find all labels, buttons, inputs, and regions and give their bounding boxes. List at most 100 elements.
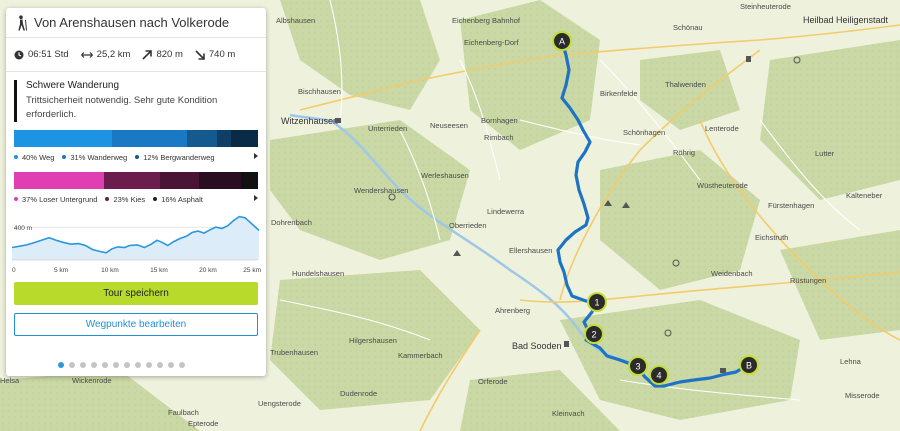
legend-item: 37% Loser Untergrund xyxy=(14,195,97,204)
place-label: Lutter xyxy=(815,149,835,158)
place-label: Ahrenberg xyxy=(495,306,530,315)
place-label: Eichenberg-Dorf xyxy=(464,38,520,47)
place-label: Bad Sooden xyxy=(512,341,562,351)
place-label: Werleshausen xyxy=(421,171,469,180)
place-label: Uengsterode xyxy=(258,399,301,408)
svg-text:A: A xyxy=(559,37,565,47)
place-label: Röhrig xyxy=(673,148,695,157)
ascent-stat: 820 m xyxy=(142,49,183,60)
place-label: Kleinvach xyxy=(552,409,585,418)
place-label: Schönhagen xyxy=(623,128,665,137)
carousel-pager[interactable] xyxy=(58,362,190,368)
x-tick-label: 20 km xyxy=(199,267,217,274)
place-label: Steinheuterode xyxy=(740,2,791,11)
bar-segment xyxy=(160,172,200,189)
pager-dot[interactable] xyxy=(113,362,119,368)
place-label: Birkenfelde xyxy=(600,89,638,98)
bar-segment xyxy=(14,130,112,147)
place-label: Kalteneber xyxy=(846,191,883,200)
pager-dot[interactable] xyxy=(69,362,75,368)
expand-arrow-icon[interactable] xyxy=(254,195,258,201)
place-label: Orferode xyxy=(478,377,508,386)
place-label: Weidenbach xyxy=(711,269,753,278)
place-label: Oberrieden xyxy=(449,221,487,230)
place-label: Wendershausen xyxy=(354,186,408,195)
place-label: Witzenhausen xyxy=(281,116,338,126)
pager-dot[interactable] xyxy=(58,362,64,368)
panel-header: Von Arenshausen nach Volkerode xyxy=(6,8,266,38)
distance-arrows-icon xyxy=(80,51,93,58)
surface-bar[interactable] xyxy=(14,172,259,189)
place-label: Kammerbach xyxy=(398,351,443,360)
place-label: Dudenrode xyxy=(340,389,377,398)
hiker-icon xyxy=(18,14,27,31)
place-label: Unterrieden xyxy=(368,124,407,133)
distance-value: 25,2 km xyxy=(96,49,131,60)
place-label: Thalwenden xyxy=(665,80,706,89)
surface-legend[interactable]: 37% Loser Untergrund 23% Kies 16% Asphal… xyxy=(14,192,258,206)
pager-dot[interactable] xyxy=(168,362,174,368)
marker-waypoint-2[interactable]: 2 xyxy=(584,324,604,344)
place-label: Heilbad Heiligenstadt xyxy=(803,15,889,25)
difficulty-title: Schwere Wanderung xyxy=(26,80,120,91)
marker-waypoint-3[interactable]: 3 xyxy=(628,356,648,376)
place-label: Ellershausen xyxy=(509,246,552,255)
place-label: Schönau xyxy=(673,23,703,32)
pager-dot[interactable] xyxy=(91,362,97,368)
pager-dot[interactable] xyxy=(135,362,141,368)
way-type-bar[interactable] xyxy=(14,130,258,147)
clock-icon xyxy=(14,50,24,59)
place-label: Fürstenhagen xyxy=(768,201,814,210)
place-label: Faulbach xyxy=(168,408,199,417)
x-tick-label: 5 km xyxy=(54,267,68,274)
pager-dot[interactable] xyxy=(179,362,185,368)
bar-segment xyxy=(111,130,188,147)
save-tour-button[interactable]: Tour speichern xyxy=(14,282,258,305)
church-icon xyxy=(746,56,751,62)
castle-icon xyxy=(335,118,341,123)
church-icon xyxy=(564,341,569,347)
pager-dot[interactable] xyxy=(80,362,86,368)
place-label: Lehna xyxy=(840,357,862,366)
tour-stats: 06:51 Std 25,2 km 820 m 740 m xyxy=(6,38,266,72)
place-label: Epterode xyxy=(188,419,218,428)
place-label: Bischhausen xyxy=(298,87,341,96)
legend-item: 23% Kies xyxy=(105,195,145,204)
pager-dot[interactable] xyxy=(146,362,152,368)
expand-arrow-icon[interactable] xyxy=(254,153,258,159)
pager-dot[interactable] xyxy=(157,362,163,368)
place-label: Albshausen xyxy=(276,16,315,25)
way-type-legend[interactable]: 40% Weg 31% Wanderweg 12% Bergwanderweg xyxy=(14,150,258,164)
place-label: Dohrenbach xyxy=(271,218,312,227)
x-tick-label: 15 km xyxy=(150,267,168,274)
pager-dot[interactable] xyxy=(102,362,108,368)
svg-text:3: 3 xyxy=(635,362,640,372)
place-label: Lindewerra xyxy=(487,207,525,216)
tour-title: Von Arenshausen nach Volkerode xyxy=(34,15,230,30)
legend-item: 31% Wanderweg xyxy=(62,153,127,162)
place-label: Neuseesen xyxy=(430,121,468,130)
x-tick-label: 10 km xyxy=(101,267,119,274)
edit-waypoints-button[interactable]: Wegpunkte bearbeiten xyxy=(14,313,258,336)
bar-segment xyxy=(199,172,241,189)
tour-panel: Von Arenshausen nach Volkerode 06:51 Std… xyxy=(6,8,266,376)
legend-item: 40% Weg xyxy=(14,153,54,162)
place-label: Hundelshausen xyxy=(292,269,344,278)
marker-start[interactable]: A xyxy=(552,31,572,51)
place-label: Rüstungen xyxy=(790,276,826,285)
marker-end[interactable]: B xyxy=(739,355,759,375)
place-label: Eichenberg Bahnhof xyxy=(452,16,521,25)
bar-segment xyxy=(104,172,161,189)
elevation-profile[interactable]: 400 m200 m05 km10 km15 km20 km25 km xyxy=(12,210,262,276)
place-label: Rimbach xyxy=(484,133,514,142)
descent-stat: 740 m xyxy=(195,49,235,60)
marker-waypoint-4[interactable]: 4 xyxy=(649,365,669,385)
place-label: Misserode xyxy=(845,391,880,400)
y-tick-label: 400 m xyxy=(14,225,32,232)
pager-dot[interactable] xyxy=(124,362,130,368)
place-label: Trubenhausen xyxy=(270,348,318,357)
place-label: Wickenrode xyxy=(72,376,112,385)
svg-text:B: B xyxy=(746,361,752,371)
marker-waypoint-1[interactable]: 1 xyxy=(587,292,607,312)
place-label: Helsa xyxy=(0,376,20,385)
